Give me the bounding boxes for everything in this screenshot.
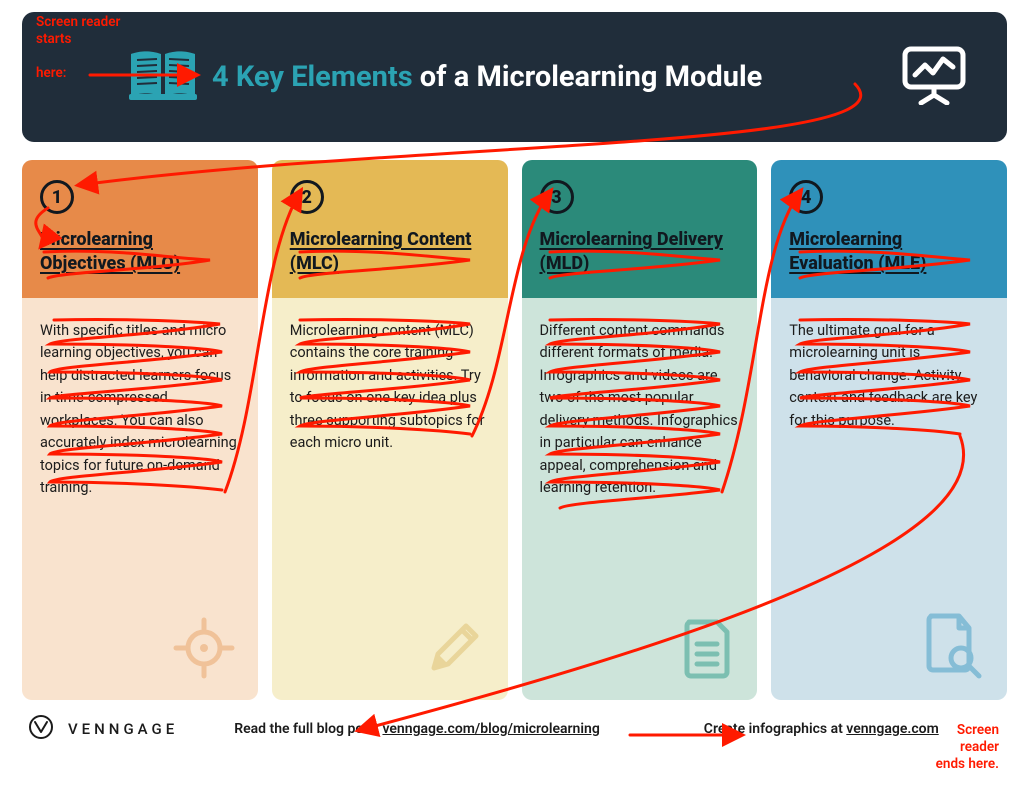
- crosshair-icon: [172, 616, 236, 684]
- page-title: 4 Key Elements of a Microlearning Module: [212, 60, 762, 94]
- blog-link-text[interactable]: Read the full blog post: venngage.com/bl…: [234, 721, 600, 737]
- title-accent: 4 Key Elements: [212, 60, 413, 94]
- number-badge: 3: [540, 180, 574, 214]
- column-body: Different content commands different for…: [522, 298, 758, 700]
- column-title: Microlearning Evaluation (MLE): [789, 228, 989, 277]
- create-prefix: Create infographics at: [704, 721, 846, 737]
- column-body: With specific titles and micro learning …: [22, 298, 258, 700]
- file-search-icon: [921, 610, 985, 684]
- column-objectives: 1 Microlearning Objectives (MLO) With sp…: [22, 160, 258, 700]
- header-bar: 4 Key Elements of a Microlearning Module: [22, 12, 1007, 142]
- number-badge: 1: [40, 180, 74, 214]
- blog-prefix: Read the full blog post:: [234, 721, 382, 737]
- column-header: 4 Microlearning Evaluation (MLE): [771, 160, 1007, 298]
- create-link[interactable]: venngage.com: [846, 721, 938, 737]
- column-text: The ultimate goal for a microlearning un…: [789, 320, 989, 432]
- blog-link[interactable]: venngage.com/blog/microlearning: [382, 721, 599, 737]
- columns-container: 1 Microlearning Objectives (MLO) With sp…: [22, 160, 1007, 700]
- presentation-chart-icon: [899, 45, 969, 109]
- number-badge: 4: [789, 180, 823, 214]
- column-header: 1 Microlearning Objectives (MLO): [22, 160, 258, 298]
- pencil-icon: [422, 616, 486, 684]
- column-text: Microlearning content (MLC) contains the…: [290, 320, 490, 455]
- number-badge: 2: [290, 180, 324, 214]
- title-rest: of a Microlearning Module: [413, 60, 763, 94]
- column-text: Different content commands different for…: [540, 320, 740, 500]
- document-icon: [679, 616, 735, 684]
- column-title: Microlearning Delivery (MLD): [540, 228, 740, 277]
- column-header: 3 Microlearning Delivery (MLD): [522, 160, 758, 298]
- column-content: 2 Microlearning Content (MLC) Microlearn…: [272, 160, 508, 700]
- column-title: Microlearning Content (MLC): [290, 228, 490, 277]
- venngage-logo-icon: [28, 714, 54, 744]
- column-text: With specific titles and micro learning …: [40, 320, 240, 500]
- column-header: 2 Microlearning Content (MLC): [272, 160, 508, 298]
- column-body: Microlearning content (MLC) contains the…: [272, 298, 508, 700]
- brand-name: VENNGAGE: [68, 720, 178, 738]
- column-evaluation: 4 Microlearning Evaluation (MLE) The ult…: [771, 160, 1007, 700]
- book-icon: [127, 48, 199, 106]
- column-body: The ultimate goal for a microlearning un…: [771, 298, 1007, 700]
- footer: VENNGAGE Read the full blog post: vennga…: [22, 700, 1007, 744]
- create-link-text[interactable]: Create infographics at venngage.com: [704, 721, 939, 737]
- column-delivery: 3 Microlearning Delivery (MLD) Different…: [522, 160, 758, 700]
- column-title: Microlearning Objectives (MLO): [40, 228, 240, 277]
